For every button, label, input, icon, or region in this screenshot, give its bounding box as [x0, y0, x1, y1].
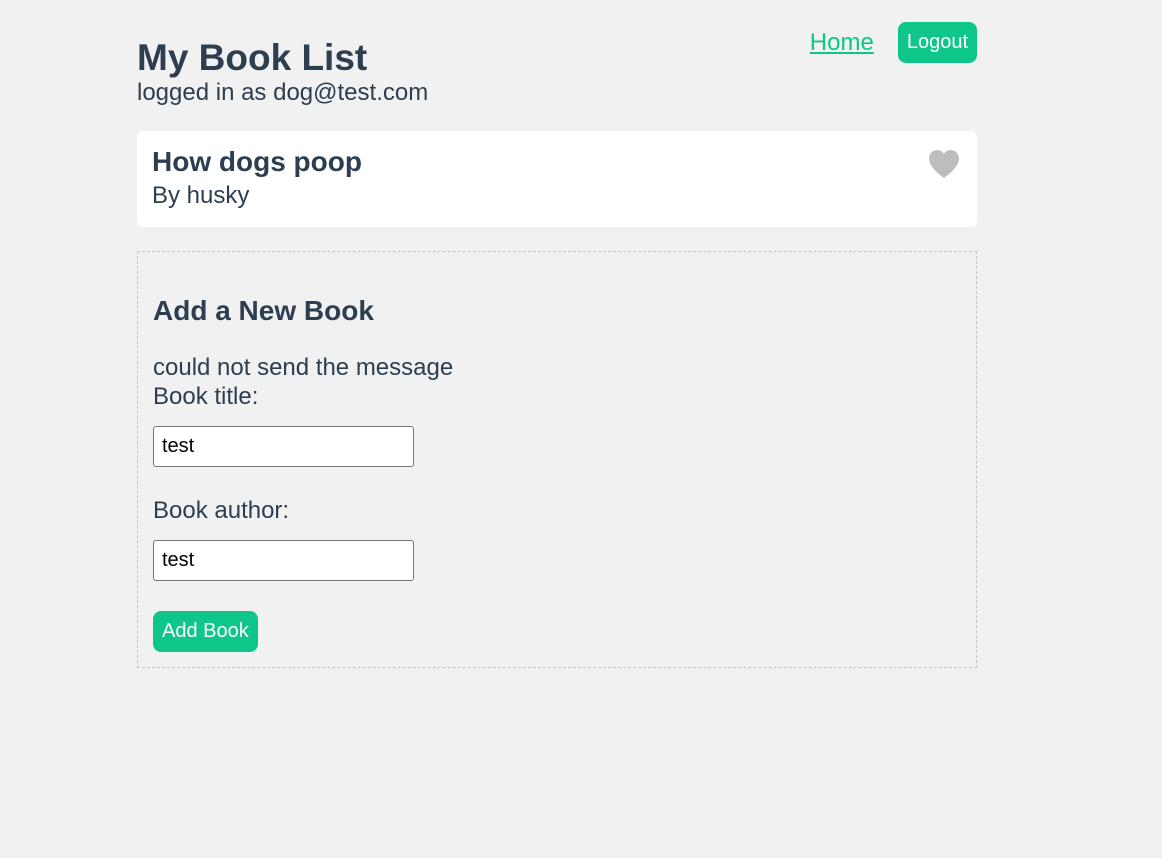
book-author-label: Book author: — [153, 497, 290, 524]
home-link[interactable]: Home — [810, 23, 874, 63]
book-card: How dogs poop By husky — [137, 131, 977, 227]
heart-icon[interactable] — [928, 149, 960, 179]
top-nav: Home Logout — [810, 22, 977, 63]
book-title-label: Book title: — [153, 383, 259, 410]
page: My Book List logged in as dog@test.com H… — [137, 0, 977, 668]
book-title: How dogs poop — [152, 146, 362, 177]
book-author: By husky — [152, 182, 250, 209]
add-book-button[interactable]: Add Book — [153, 611, 258, 652]
book-author-input[interactable] — [153, 540, 414, 581]
logout-button[interactable]: Logout — [897, 22, 977, 63]
book-title-input[interactable] — [153, 426, 414, 467]
header: My Book List logged in as dog@test.com H… — [137, 0, 977, 131]
add-book-form: Add a New Book could not send the messag… — [137, 251, 977, 668]
logged-in-user: logged in as dog@test.com — [137, 79, 429, 106]
page-title: My Book List — [137, 37, 368, 78]
error-message: could not send the message — [153, 354, 454, 381]
form-heading: Add a New Book — [153, 295, 374, 326]
